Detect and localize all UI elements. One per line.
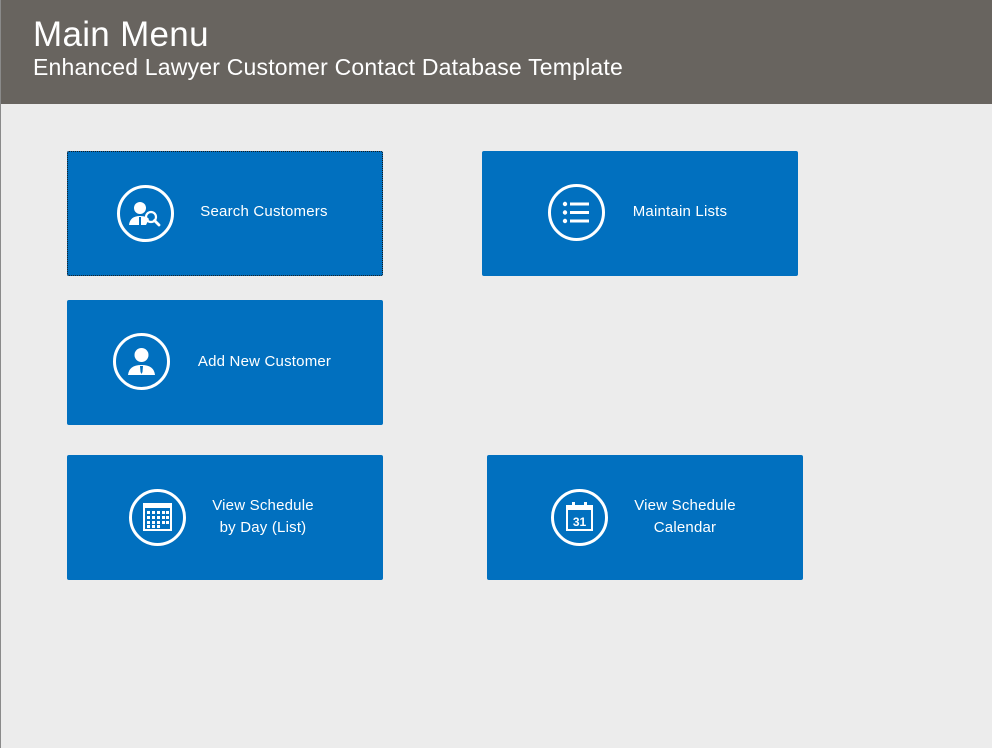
maintain-lists-button[interactable]: Maintain Lists bbox=[482, 151, 798, 276]
view-schedule-by-day-label: View Schedule by Day (List) bbox=[212, 497, 314, 536]
add-new-customer-button[interactable]: Add New Customer bbox=[67, 300, 383, 425]
add-new-customer-label: Add New Customer bbox=[197, 353, 332, 370]
calendar-31-icon: 31 bbox=[551, 489, 608, 546]
svg-text:31: 31 bbox=[573, 515, 587, 529]
person-icon bbox=[113, 333, 170, 390]
main-menu-form: Main Menu Enhanced Lawyer Customer Conta… bbox=[0, 0, 992, 748]
header-bar: Main Menu Enhanced Lawyer Customer Conta… bbox=[1, 0, 992, 104]
calendar-grid-icon bbox=[129, 489, 186, 546]
person-search-icon bbox=[117, 185, 174, 242]
page-subtitle: Enhanced Lawyer Customer Contact Databas… bbox=[33, 54, 624, 80]
view-schedule-by-day-button[interactable]: View Schedule by Day (List) bbox=[67, 455, 383, 580]
list-icon bbox=[548, 184, 605, 241]
view-schedule-calendar-button[interactable]: 31 View Schedule Calendar bbox=[487, 455, 803, 580]
search-customers-label: Search Customers bbox=[200, 203, 328, 220]
view-schedule-calendar-label: View Schedule Calendar bbox=[634, 497, 736, 536]
page-title: Main Menu bbox=[33, 15, 209, 54]
search-customers-button[interactable]: Search Customers bbox=[67, 151, 383, 276]
maintain-lists-label: Maintain Lists bbox=[632, 203, 728, 220]
